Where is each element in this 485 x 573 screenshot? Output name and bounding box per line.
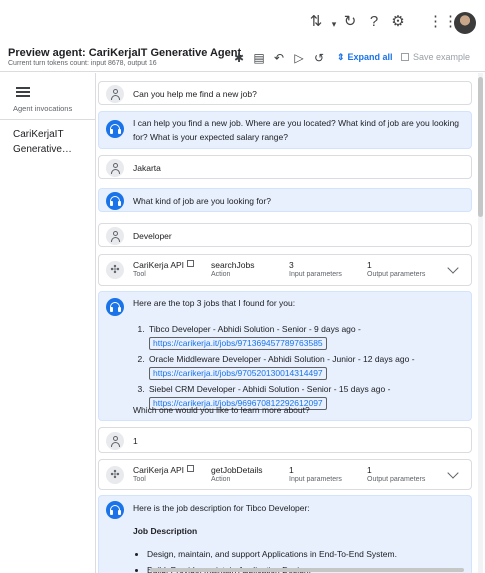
output-params-column: 1 Output parameters	[367, 465, 426, 483]
token-count: Current turn tokens count: input 8678, o…	[8, 60, 157, 67]
list-item: Design, maintain, and support Applicatio…	[147, 547, 467, 561]
puzzle-icon: ✣	[106, 466, 124, 484]
play-icon[interactable]: ▷	[291, 50, 307, 66]
menu-icon[interactable]	[16, 87, 30, 97]
user-message: Can you help me find a new job?	[98, 81, 472, 105]
agent-message: I can help you find a new job. Where are…	[98, 111, 472, 149]
save-icon	[401, 53, 409, 61]
output-params-column: 1 Output parameters	[367, 260, 426, 278]
list-item: Tibco Developer - Abhidi Solution - Seni…	[147, 322, 467, 350]
top-bar: ⇅ ▾ ↻ ? ⚙ ⋮⋮	[0, 0, 485, 44]
page-title: Preview agent: CariKerjaIT Generative Ag…	[8, 47, 242, 59]
sidebar-divider	[0, 119, 96, 120]
help-icon[interactable]: ?	[364, 12, 384, 32]
input-params-column: 3 Input parameters	[289, 260, 342, 278]
user-icon	[106, 159, 124, 177]
preview-header: Preview agent: CariKerjaIT Generative Ag…	[0, 44, 485, 72]
user-message: Jakarta	[98, 155, 472, 179]
agent-message: Here is the job description for Tibco De…	[98, 495, 472, 573]
vertical-scrollbar[interactable]	[478, 73, 483, 573]
open-external-icon[interactable]	[187, 465, 195, 472]
job-description-heading: Job Description	[133, 526, 198, 536]
agent-message: Here are the top 3 jobs that I found for…	[98, 291, 472, 421]
input-params-column: 1 Input parameters	[289, 465, 342, 483]
scrollbar-thumb[interactable]	[478, 77, 483, 217]
pin-icon[interactable]: ⇅	[306, 12, 326, 32]
chevron-down-icon[interactable]	[447, 467, 459, 479]
history-icon[interactable]: ↻	[340, 12, 360, 32]
tool-name-column: CariKerja API Tool	[133, 260, 195, 278]
agent-icon	[106, 120, 124, 138]
user-icon	[106, 432, 124, 450]
job-link[interactable]: https://carikerja.it/jobs/97052013001431…	[149, 367, 327, 380]
bug-icon[interactable]: ✱	[231, 50, 247, 66]
user-icon	[106, 227, 124, 245]
agent-message: What kind of job are you looking for?	[98, 188, 472, 212]
open-external-icon[interactable]	[187, 260, 195, 267]
sidebar-item-agent[interactable]: CariKerjaIT Generative…	[13, 127, 91, 157]
chevron-down-icon[interactable]	[447, 262, 459, 274]
tool-call-row[interactable]: ✣ CariKerja API Tool getJobDetails Actio…	[98, 459, 472, 490]
sidebar: Agent invocations CariKerjaIT Generative…	[0, 73, 96, 573]
user-message: 1	[98, 427, 472, 453]
agent-icon	[106, 192, 124, 210]
undo-icon[interactable]: ↶	[271, 50, 287, 66]
expand-all-button[interactable]: ⇕ Expand all	[337, 52, 393, 63]
list-item: Oracle Middleware Developer - Abhidi Sol…	[147, 352, 467, 380]
horizontal-scrollbar[interactable]	[150, 568, 464, 572]
agent-icon	[106, 298, 124, 316]
expand-icon: ⇕	[337, 52, 345, 62]
reset-icon[interactable]: ↺	[311, 50, 327, 66]
clipboard-icon[interactable]: ▤	[251, 50, 267, 66]
apps-grid-icon[interactable]: ⋮⋮	[428, 12, 458, 32]
action-column: searchJobs Action	[211, 260, 255, 278]
user-icon	[106, 85, 124, 103]
puzzle-icon: ✣	[106, 261, 124, 279]
job-link[interactable]: https://carikerja.it/jobs/97136945778976…	[149, 337, 327, 350]
job-list: Tibco Developer - Abhidi Solution - Seni…	[147, 322, 467, 412]
save-example-button[interactable]: Save example	[401, 52, 470, 62]
agent-icon	[106, 501, 124, 519]
user-message: Developer	[98, 223, 472, 247]
tool-name-column: CariKerja API Tool	[133, 465, 195, 483]
sidebar-section-label: Agent invocations	[13, 104, 73, 113]
settings-icon[interactable]: ⚙	[388, 12, 408, 32]
avatar[interactable]	[454, 12, 476, 34]
action-column: getJobDetails Action	[211, 465, 263, 483]
tool-call-row[interactable]: ✣ CariKerja API Tool searchJobs Action 3…	[98, 254, 472, 286]
